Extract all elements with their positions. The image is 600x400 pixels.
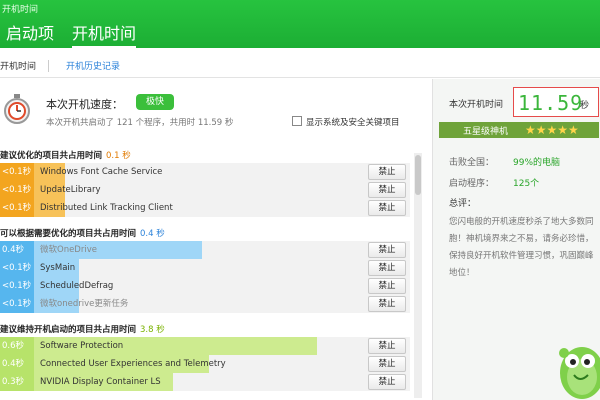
section-title: 建议维持开机启动的项目共占用时间 3.8 秒	[0, 323, 165, 335]
boot-item-name: SysMain	[40, 263, 76, 273]
boot-item-row[interactable]: <0.1秒 Windows Font Cache Service 禁止	[0, 163, 410, 181]
disable-button[interactable]: 禁止	[368, 338, 406, 354]
programs-label: 启动程序：	[449, 179, 495, 189]
programs-value: 125个	[513, 179, 540, 189]
checkbox-label: 显示系统及安全关键项目	[306, 118, 400, 128]
duration-tag: <0.1秒	[0, 181, 34, 199]
duration-tag: <0.1秒	[0, 163, 34, 181]
section-time: 0.4 秒	[140, 229, 165, 239]
disable-button[interactable]: 禁止	[368, 374, 406, 390]
boot-item-row[interactable]: 0.4秒 微软OneDrive 禁止	[0, 241, 410, 259]
boot-item-name: Software Protection	[40, 341, 124, 351]
rank-label: 五星级神机	[463, 127, 509, 137]
boot-item-name: Connected User Experiences and Telemetry	[40, 359, 226, 369]
subtab-boot-time[interactable]: 开机时间	[0, 59, 36, 72]
boot-item-name: Windows Font Cache Service	[40, 167, 163, 177]
duration-tag: <0.1秒	[0, 277, 34, 295]
boot-item-name: Distributed Link Tracking Client	[40, 203, 173, 213]
duration-tag: 0.6秒	[0, 337, 34, 355]
tab-boot-time[interactable]: 开机时间	[72, 20, 137, 49]
boot-item-row[interactable]: <0.1秒 ScheduledDefrag 禁止	[0, 277, 410, 295]
boot-item-row[interactable]: <0.1秒 UpdateLibrary 禁止	[0, 181, 410, 199]
section-title: 建议优化的项目共占用时间 0.1 秒	[0, 149, 131, 161]
tab-startup-items[interactable]: 启动项	[6, 20, 54, 44]
app-header: 开机时间 启动项 开机时间	[0, 0, 600, 49]
rank-bar: 五星级神机 ★★★★★	[439, 122, 599, 138]
disable-button[interactable]: 禁止	[368, 260, 406, 276]
boot-speed-title: 本次开机速度：	[46, 98, 123, 111]
section-title-text: 建议优化的项目共占用时间	[0, 151, 103, 161]
boot-item-row[interactable]: 0.3秒 NVIDIA Display Container LS 禁止	[0, 373, 410, 391]
boot-item-row[interactable]: 0.4秒 Connected User Experiences and Telem…	[0, 355, 410, 373]
boot-time-label: 本次开机时间	[449, 100, 504, 110]
mascot-image	[559, 347, 600, 399]
disable-button[interactable]: 禁止	[368, 296, 406, 312]
boot-item-row[interactable]: <0.1秒 SysMain 禁止	[0, 259, 410, 277]
sub-navigation: 开机时间 开机历史记录	[0, 48, 600, 78]
rank-stars: ★★★★★	[525, 123, 579, 137]
duration-tag: <0.1秒	[0, 259, 34, 277]
show-system-items-checkbox[interactable]: 显示系统及安全关键项目	[292, 116, 400, 128]
checkbox-box[interactable]	[292, 116, 302, 126]
boot-items-panel: 本次开机速度： 极快 本次开机共启动了 121 个程序，共用时 11.59 秒 …	[0, 79, 428, 400]
stopwatch-icon	[4, 94, 30, 124]
disable-button[interactable]: 禁止	[368, 278, 406, 294]
boot-item-row[interactable]: <0.1秒 Distributed Link Tracking Client 禁止	[0, 199, 410, 217]
boot-item-row[interactable]: <0.1秒 微软onedrive更新任务 禁止	[0, 295, 410, 313]
boot-item-name: UpdateLibrary	[40, 185, 101, 195]
subtab-boot-history[interactable]: 开机历史记录	[66, 59, 120, 72]
boot-item-name: ScheduledDefrag	[40, 281, 114, 291]
boot-time-value: 11.59	[518, 91, 584, 115]
duration-tag: <0.1秒	[0, 295, 34, 313]
disable-button[interactable]: 禁止	[368, 182, 406, 198]
duration-tag: 0.4秒	[0, 355, 34, 373]
duration-tag: 0.3秒	[0, 373, 34, 391]
boot-item-name: NVIDIA Display Container LS	[40, 377, 161, 387]
window-title: 开机时间	[2, 5, 39, 15]
disable-button[interactable]: 禁止	[368, 200, 406, 216]
beat-label: 击败全国：	[449, 158, 495, 168]
duration-tag: <0.1秒	[0, 199, 34, 217]
duration-tag: 0.4秒	[0, 241, 34, 259]
section-title-text: 建议维持开机启动的项目共占用时间	[0, 325, 137, 335]
section-time: 0.1 秒	[106, 151, 131, 161]
summary-title: 总评：	[449, 199, 477, 209]
summary-text: 您闪电般的开机速度秒杀了地大多数同胞！神机境界来之不易，请务必珍惜，保持良好开机…	[449, 217, 594, 278]
section-title: 可以根据需要优化的项目共占用时间 0.4 秒	[0, 227, 165, 239]
section-time: 3.8 秒	[140, 325, 165, 335]
disable-button[interactable]: 禁止	[368, 356, 406, 372]
scrollbar-thumb[interactable]	[415, 155, 421, 195]
boot-item-name: 微软onedrive更新任务	[40, 299, 129, 309]
disable-button[interactable]: 禁止	[368, 164, 406, 180]
disable-button[interactable]: 禁止	[368, 242, 406, 258]
section-title-text: 可以根据需要优化的项目共占用时间	[0, 229, 137, 239]
boot-time-display: 11.59 秒	[513, 87, 599, 117]
subtab-divider	[48, 60, 49, 72]
boot-item-row[interactable]: 0.6秒 Software Protection 禁止	[0, 337, 410, 355]
boot-time-unit: 秒	[580, 101, 590, 111]
speed-badge: 极快	[136, 94, 174, 110]
boot-item-name: 微软OneDrive	[40, 245, 97, 255]
beat-value: 99%的电脑	[513, 158, 561, 168]
boot-summary-text: 本次开机共启动了 121 个程序，共用时 11.59 秒	[46, 118, 234, 128]
